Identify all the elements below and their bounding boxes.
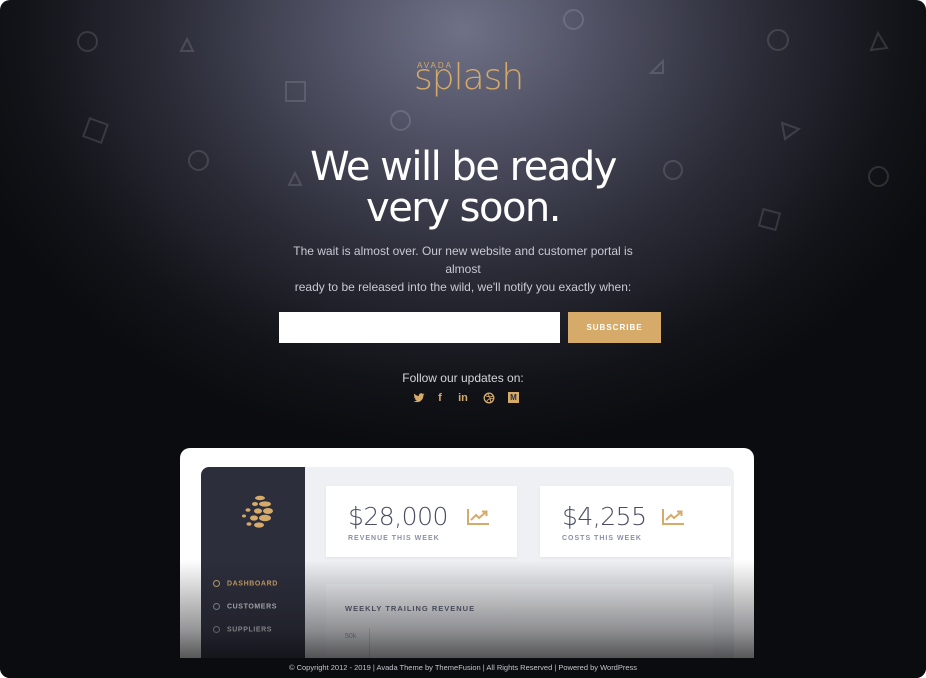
intro-text: The wait is almost over. Our new website… xyxy=(280,242,646,296)
decor-circle-icon xyxy=(767,29,789,51)
decor-triangle-icon xyxy=(869,30,889,52)
trending-up-icon xyxy=(467,509,489,525)
decor-triangle-icon xyxy=(780,121,801,141)
costs-card: $4,255 COSTS THIS WEEK xyxy=(540,486,731,557)
costs-label: COSTS THIS WEEK xyxy=(562,535,642,542)
costs-value: $4,255 xyxy=(562,502,647,531)
chart-axis-tick: 50k xyxy=(345,633,357,640)
nav-bullet-icon xyxy=(213,603,220,610)
globe-logo-icon xyxy=(242,495,273,528)
intro-text-line-1: The wait is almost over. Our new website… xyxy=(293,244,633,276)
coming-soon-page: AVADA splash We will be ready very soon.… xyxy=(0,0,926,678)
nav-item-dashboard[interactable]: DASHBOARD xyxy=(213,580,278,587)
decor-circle-icon xyxy=(563,9,584,30)
footer-copyright: © Copyright 2012 - 2019 | Avada Theme by… xyxy=(0,658,926,678)
nav-item-label: SUPPLIERS xyxy=(227,626,273,634)
medium-icon[interactable]: M xyxy=(508,392,519,403)
decor-triangle-icon xyxy=(648,58,664,74)
nav-bullet-icon xyxy=(213,580,220,587)
decor-square-icon xyxy=(285,81,306,102)
revenue-value: $28,000 xyxy=(348,502,448,531)
follow-label: Follow our updates on: xyxy=(402,371,524,385)
subscribe-button[interactable]: SUBSCRIBE xyxy=(568,312,661,343)
nav-item-label: CUSTOMERS xyxy=(227,603,277,611)
headline-line-1: We will be ready xyxy=(310,144,617,190)
revenue-card: $28,000 REVENUE THIS WEEK xyxy=(326,486,517,557)
dashboard-preview: DASHBOARD CUSTOMERS SUPPLIERS $28,000 RE… xyxy=(180,448,754,658)
headline-line-2: very soon. xyxy=(366,185,561,231)
nav-item-customers[interactable]: CUSTOMERS xyxy=(213,603,277,610)
trending-up-icon xyxy=(662,509,684,525)
decor-square-icon xyxy=(82,117,109,144)
dribbble-icon[interactable] xyxy=(483,391,495,405)
logo-wordmark: splash xyxy=(414,57,524,98)
decor-triangle-icon xyxy=(179,36,195,52)
email-input[interactable] xyxy=(279,312,560,343)
intro-text-line-2: ready to be released into the wild, we'l… xyxy=(294,280,632,294)
twitter-icon[interactable] xyxy=(413,391,425,405)
decor-circle-icon xyxy=(77,31,98,52)
panel-title: WEEKLY TRAILING REVENUE xyxy=(345,604,476,613)
linkedin-icon[interactable]: in xyxy=(456,391,470,405)
dashboard-sidebar: DASHBOARD CUSTOMERS SUPPLIERS xyxy=(201,467,305,658)
nav-item-label: DASHBOARD xyxy=(227,580,278,588)
dashboard-screen: DASHBOARD CUSTOMERS SUPPLIERS $28,000 RE… xyxy=(201,467,734,658)
nav-item-suppliers[interactable]: SUPPLIERS xyxy=(213,626,272,633)
chart-axis-line xyxy=(369,628,370,658)
facebook-icon[interactable]: f xyxy=(435,391,445,405)
revenue-chart-panel: WEEKLY TRAILING REVENUE 50k xyxy=(326,584,713,658)
page-headline: We will be ready very soon. xyxy=(0,147,926,229)
revenue-label: REVENUE THIS WEEK xyxy=(348,535,440,542)
decor-circle-icon xyxy=(390,110,411,131)
nav-bullet-icon xyxy=(213,626,220,633)
